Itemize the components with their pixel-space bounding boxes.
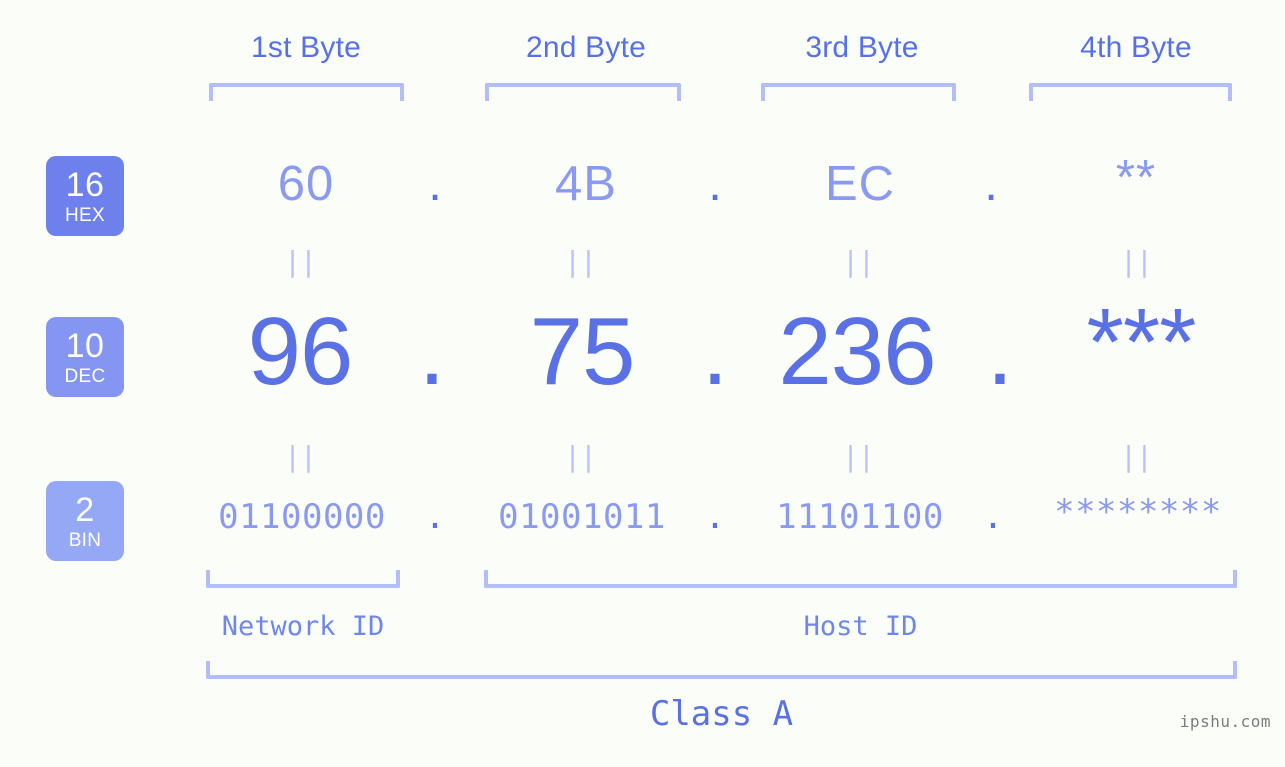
byte-header-2: 2nd Byte xyxy=(525,31,647,64)
host-id-label: Host ID xyxy=(803,611,918,642)
bin-byte-1: 01100000 xyxy=(218,497,386,537)
hex-byte-2: 4B xyxy=(555,157,617,211)
hex-byte-3: EC xyxy=(824,157,896,211)
byte-bracket-top-3 xyxy=(761,83,956,101)
dec-byte-1: 96 xyxy=(247,298,354,405)
equals-mark-dec-bin-1: || xyxy=(284,440,317,473)
equals-mark-hex-dec-2: || xyxy=(564,245,597,278)
bin-byte-4: ******** xyxy=(1054,492,1222,532)
radix-badge-dec: 10 DEC xyxy=(46,317,124,397)
byte-header-4: 4th Byte xyxy=(1080,31,1192,64)
radix-badge-bin-label: BIN xyxy=(68,529,102,551)
radix-badge-hex-number: 16 xyxy=(65,165,105,204)
bin-separator-2: . xyxy=(704,497,726,537)
equals-mark-dec-bin-3: || xyxy=(842,440,875,473)
dec-separator-2: . xyxy=(701,298,729,405)
equals-mark-hex-dec-4: || xyxy=(1120,245,1153,278)
equals-mark-dec-bin-4: || xyxy=(1120,440,1153,473)
network-id-label: Network ID xyxy=(221,611,385,642)
bin-separator-1: . xyxy=(424,497,446,537)
dec-byte-2: 75 xyxy=(529,298,636,405)
byte-header-3: 3rd Byte xyxy=(805,31,919,64)
bin-byte-3: 11101100 xyxy=(776,497,944,537)
network-id-bracket xyxy=(206,570,400,588)
hex-separator-2: . xyxy=(708,157,722,211)
radix-badge-bin-number: 2 xyxy=(75,490,95,529)
dec-byte-3: 236 xyxy=(778,298,936,405)
class-label: Class A xyxy=(649,694,794,734)
ip-address-breakdown-diagram: 1st Byte 2nd Byte 3rd Byte 4th Byte 16 H… xyxy=(0,0,1285,767)
radix-badge-hex: 16 HEX xyxy=(46,156,124,236)
radix-badge-dec-number: 10 xyxy=(65,326,105,365)
byte-bracket-top-4 xyxy=(1029,83,1232,101)
radix-badge-bin: 2 BIN xyxy=(46,481,124,561)
bin-separator-3: . xyxy=(982,497,1004,537)
radix-badge-hex-label: HEX xyxy=(65,204,105,226)
byte-bracket-top-1 xyxy=(209,83,404,101)
watermark: ipshu.com xyxy=(1179,712,1271,731)
hex-byte-4: ** xyxy=(1115,151,1157,205)
equals-mark-dec-bin-2: || xyxy=(564,440,597,473)
equals-mark-hex-dec-1: || xyxy=(284,245,317,278)
class-bracket xyxy=(206,661,1237,679)
hex-byte-1: 60 xyxy=(277,157,335,211)
equals-mark-hex-dec-3: || xyxy=(842,245,875,278)
hex-separator-3: . xyxy=(984,157,998,211)
dec-separator-3: . xyxy=(986,298,1014,405)
dec-byte-4: *** xyxy=(1086,289,1196,396)
byte-header-1: 1st Byte xyxy=(251,31,361,64)
dec-separator-1: . xyxy=(418,298,446,405)
radix-badge-dec-label: DEC xyxy=(64,365,106,387)
bin-byte-2: 01001011 xyxy=(498,497,666,537)
hex-separator-1: . xyxy=(428,157,442,211)
host-id-bracket xyxy=(484,570,1237,588)
byte-bracket-top-2 xyxy=(485,83,681,101)
